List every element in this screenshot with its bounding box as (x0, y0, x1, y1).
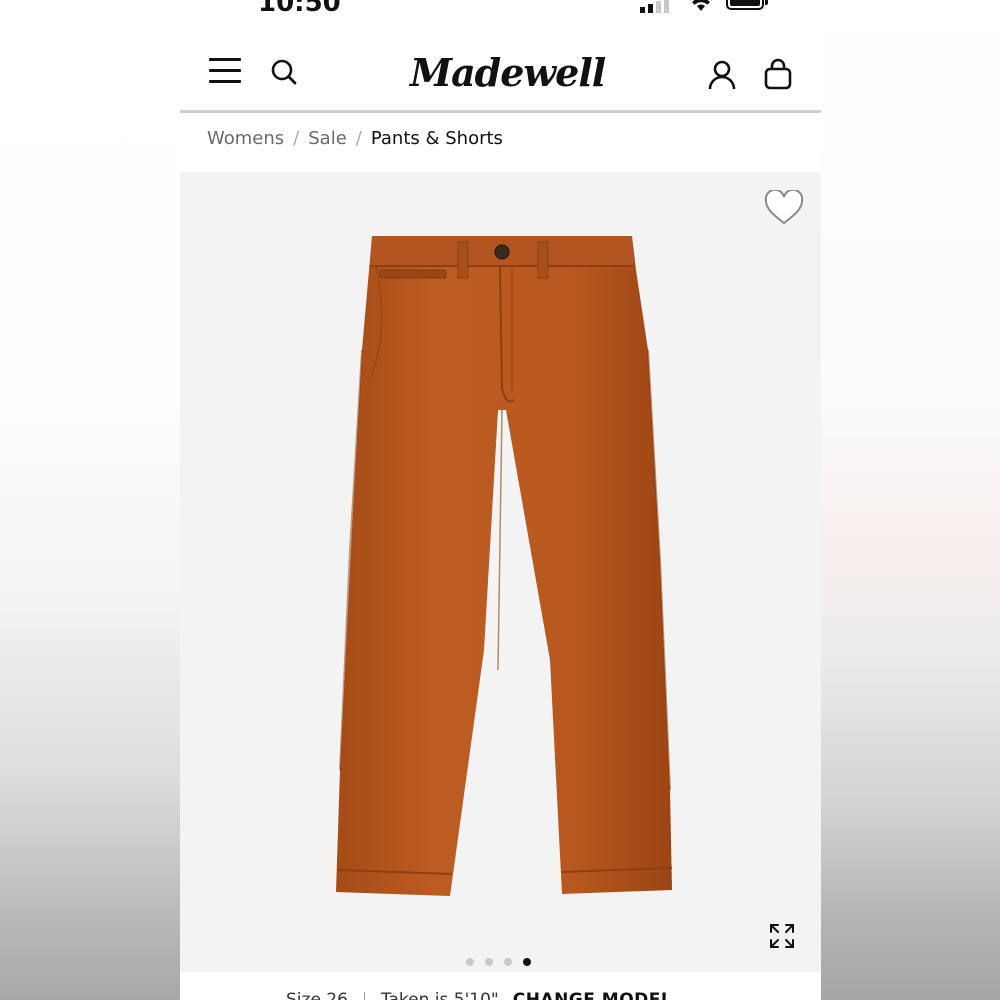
left-backdrop (0, 0, 180, 1000)
battery-icon (726, 0, 768, 10)
phone-screen: 10:50 Madewell Womens / Sale / Pants & S… (180, 0, 821, 1000)
model-info-bar: Size 26 Taken is 5'10" CHANGE MODEL (180, 972, 821, 1000)
status-bar: 10:50 (180, 0, 821, 18)
signal-icon (640, 0, 669, 13)
bag-icon[interactable] (764, 58, 792, 90)
breadcrumb-link-sale[interactable]: Sale (308, 128, 347, 149)
right-backdrop (820, 0, 1000, 1000)
change-model-button[interactable]: CHANGE MODEL (513, 990, 673, 1000)
model-size: Size 26 (286, 990, 348, 1000)
breadcrumb: Womens / Sale / Pants & Shorts (207, 128, 503, 149)
brand-logo[interactable]: Madewell (410, 48, 606, 98)
search-icon[interactable] (270, 58, 298, 86)
breadcrumb-link-womens[interactable]: Womens (207, 128, 284, 149)
wifi-icon (690, 0, 712, 11)
expand-icon[interactable] (768, 922, 796, 950)
breadcrumb-separator: / (355, 128, 362, 149)
product-gallery[interactable] (180, 172, 821, 972)
breadcrumb-current: Pants & Shorts (370, 128, 503, 149)
breadcrumb-separator: / (293, 128, 300, 149)
menu-icon[interactable] (209, 58, 241, 84)
gallery-pagination (466, 958, 531, 966)
gallery-dot[interactable] (504, 958, 512, 966)
model-info-divider (363, 992, 365, 1000)
site-header: Madewell (180, 30, 821, 113)
account-icon[interactable] (708, 60, 736, 90)
gallery-dot[interactable] (485, 958, 493, 966)
status-time: 10:50 (258, 0, 341, 18)
model-height: Taken is 5'10" (380, 990, 499, 1000)
heart-icon[interactable] (764, 190, 804, 226)
model-info: Size 26 Taken is 5'10" CHANGE MODEL (286, 990, 672, 1000)
gallery-dot[interactable] (466, 958, 474, 966)
gallery-dot-active[interactable] (523, 958, 531, 966)
product-image[interactable] (330, 230, 680, 930)
